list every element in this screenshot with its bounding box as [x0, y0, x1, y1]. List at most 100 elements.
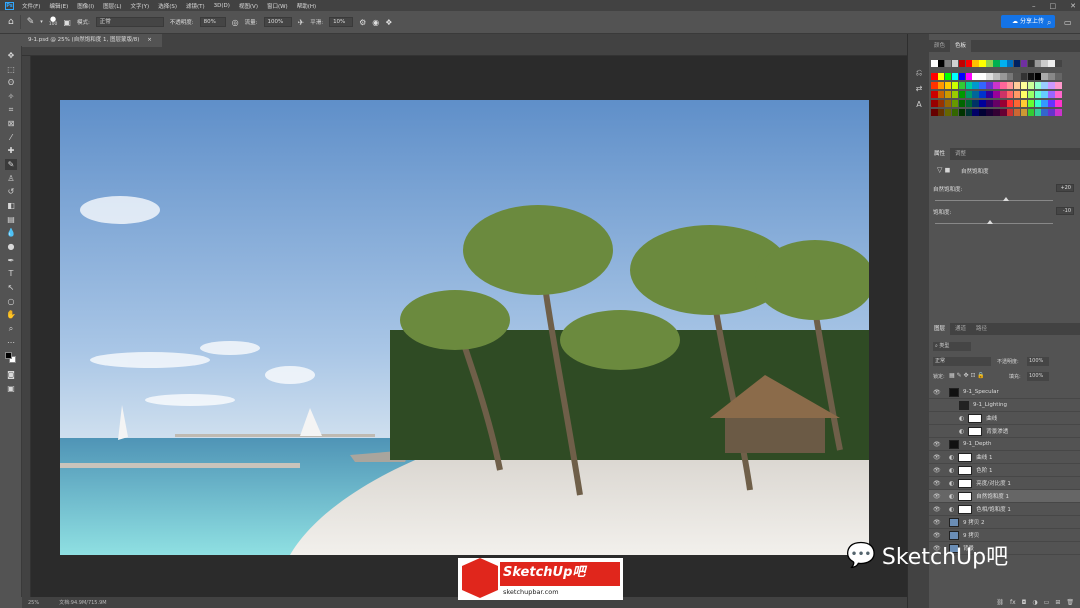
swatch-color[interactable]	[979, 60, 986, 67]
layer-row[interactable]: 👁 ◐ 自然饱和度 1	[929, 490, 1080, 503]
swatch-color[interactable]	[1000, 109, 1007, 116]
swatch-color[interactable]	[1041, 109, 1048, 116]
swatch-color[interactable]	[993, 91, 1000, 98]
swatch-color[interactable]	[1041, 91, 1048, 98]
swatch-color[interactable]	[1048, 60, 1055, 67]
layer-row[interactable]: 👁 ◐ 亮度/对比度 1	[929, 477, 1080, 490]
frame-tool-icon[interactable]: ⊠	[5, 118, 17, 129]
swatch-color[interactable]	[993, 73, 1000, 80]
swatch-color[interactable]	[944, 100, 952, 107]
tab-channels[interactable]: 通道	[950, 323, 971, 335]
visibility-eye-icon[interactable]: 👁	[933, 454, 943, 461]
swatch-color[interactable]	[958, 100, 966, 107]
quick-mask-icon[interactable]: ◙	[5, 369, 17, 380]
visibility-eye-icon[interactable]: 👁	[933, 441, 943, 448]
delete-layer-icon[interactable]: 🗑	[1066, 599, 1074, 606]
swatch-color[interactable]	[993, 109, 1000, 116]
swatch-color[interactable]	[979, 82, 986, 89]
swatch-color[interactable]	[958, 73, 966, 80]
visibility-eye-icon[interactable]: 👁	[933, 519, 943, 526]
swatch-color[interactable]	[993, 60, 1000, 67]
kind-filter-select[interactable]: ⌕ 类型	[933, 342, 971, 351]
swatch-color[interactable]	[1013, 82, 1021, 89]
mode-select[interactable]: 正常	[95, 17, 164, 27]
airbrush-icon[interactable]: ✈	[298, 18, 305, 27]
close-icon[interactable]: ✕	[1070, 2, 1076, 10]
swatch-color[interactable]	[1013, 60, 1021, 67]
swatch-color[interactable]	[1020, 100, 1028, 107]
hand-tool-icon[interactable]: ✋	[5, 309, 17, 320]
swatch-color[interactable]	[931, 91, 938, 98]
swatch-color[interactable]	[1006, 82, 1014, 89]
swatch-color[interactable]	[1027, 100, 1035, 107]
swatch-color[interactable]	[1034, 73, 1041, 80]
swatch-color[interactable]	[931, 109, 938, 116]
swatch-color[interactable]	[958, 60, 966, 67]
history-brush-tool-icon[interactable]: ↺	[5, 186, 17, 197]
layer-thumbnail[interactable]	[949, 439, 959, 449]
menu-window[interactable]: 窗口(W)	[267, 2, 288, 10]
swatch-color[interactable]	[937, 100, 945, 107]
layer-thumbnail[interactable]	[959, 400, 969, 410]
swatch-color[interactable]	[1006, 109, 1014, 116]
swatch-color[interactable]	[965, 109, 972, 116]
character-panel-icon[interactable]: A	[914, 100, 924, 110]
layer-row[interactable]: 👁 9-1_Depth	[929, 438, 1080, 451]
swatch-color[interactable]	[1055, 82, 1062, 89]
swatch-color[interactable]	[937, 60, 945, 67]
swatch-color[interactable]	[1034, 109, 1041, 116]
swatch-color[interactable]	[937, 82, 945, 89]
layer-mask-thumbnail[interactable]	[958, 478, 973, 488]
beach-render-image[interactable]	[60, 100, 869, 555]
swatch-color[interactable]	[944, 91, 952, 98]
swatch-color[interactable]	[931, 73, 938, 80]
visibility-eye-icon[interactable]: 👁	[933, 480, 943, 487]
move-tool-icon[interactable]: ✥	[5, 50, 17, 61]
swatch-color[interactable]	[958, 91, 966, 98]
swatch-color[interactable]	[993, 82, 1000, 89]
swatch-color[interactable]	[1006, 91, 1014, 98]
swatch-color[interactable]	[1048, 109, 1055, 116]
swatch-color[interactable]	[1034, 91, 1041, 98]
saturation-input[interactable]: -10	[1056, 207, 1074, 215]
vibrance-input[interactable]: +20	[1056, 184, 1074, 192]
swatch-color[interactable]	[944, 60, 952, 67]
workspace-icon[interactable]: ▭	[1064, 18, 1072, 27]
vibrance-slider[interactable]	[935, 197, 1053, 201]
crop-tool-icon[interactable]: ⌗	[5, 104, 17, 115]
swatch-color[interactable]	[937, 73, 945, 80]
swatch-color[interactable]	[958, 82, 966, 89]
swatch-color[interactable]	[951, 60, 959, 67]
layer-mask-thumbnail[interactable]	[968, 426, 983, 436]
swatch-color[interactable]	[986, 60, 993, 67]
maximize-icon[interactable]: □	[1050, 2, 1057, 10]
home-icon[interactable]: ⌂	[8, 17, 14, 27]
layer-row[interactable]: 9-1_Lighting	[929, 399, 1080, 412]
menu-image[interactable]: 图像(I)	[77, 2, 94, 10]
layer-row[interactable]: 👁 ◐ 色阶 1	[929, 464, 1080, 477]
swatch-color[interactable]	[1034, 82, 1041, 89]
swatch-color[interactable]	[986, 100, 993, 107]
swatch-color[interactable]	[1013, 73, 1021, 80]
menu-file[interactable]: 文件(F)	[22, 2, 40, 10]
swatch-color[interactable]	[1020, 82, 1028, 89]
swatch-color[interactable]	[951, 91, 959, 98]
swatch-color[interactable]	[972, 109, 979, 116]
swatch-color[interactable]	[1041, 60, 1048, 67]
layer-row[interactable]: ◐ 曲线	[929, 412, 1080, 425]
marquee-tool-icon[interactable]: ⬚	[5, 64, 17, 75]
new-layer-icon[interactable]: ⊞	[1055, 599, 1060, 606]
tab-swatches[interactable]: 色板	[950, 40, 972, 52]
layer-row[interactable]: 👁 9-1_Specular	[929, 386, 1080, 399]
swatch-color[interactable]	[1048, 91, 1055, 98]
healing-brush-tool-icon[interactable]: ✚	[5, 145, 17, 156]
swatch-color[interactable]	[1034, 100, 1041, 107]
swatch-color[interactable]	[1000, 60, 1007, 67]
lock-icons[interactable]: ▦ ✎ ✥ ⊡ 🔒	[949, 372, 985, 379]
pressure-opacity-icon[interactable]: ◎	[232, 18, 239, 27]
swatch-color[interactable]	[931, 100, 938, 107]
swatch-color[interactable]	[1020, 73, 1028, 80]
fx-icon[interactable]: fx	[1010, 599, 1016, 606]
menu-3d[interactable]: 3D(D)	[214, 3, 230, 9]
swatch-color[interactable]	[944, 109, 952, 116]
